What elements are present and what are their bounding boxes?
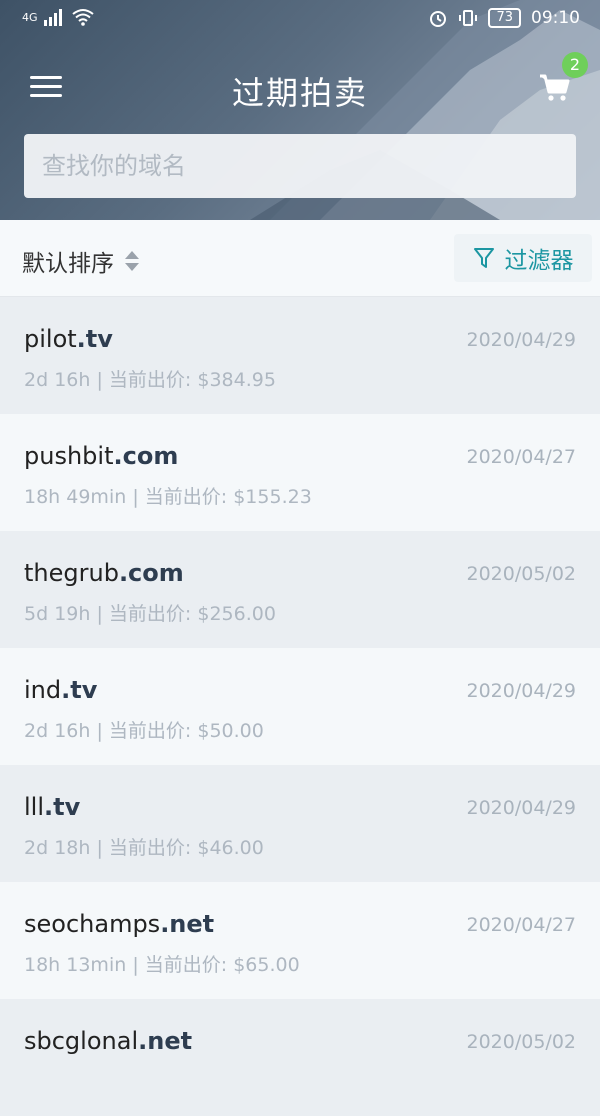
list-item[interactable]: thegrub.com 5d 19h | 当前出价: $256.00 2020/…: [0, 531, 600, 648]
list-item[interactable]: ind.tv 2d 16h | 当前出价: $50.00 2020/04/29: [0, 648, 600, 765]
status-bar: 4G 73 09:10: [0, 0, 600, 40]
top-app-bar: 过期拍卖 2: [0, 50, 600, 130]
auction-meta: 5d 19h | 当前出价: $256.00: [24, 603, 276, 625]
auction-meta: 2d 16h | 当前出价: $50.00: [24, 720, 264, 742]
expiry-date: 2020/04/29: [466, 329, 576, 351]
expiry-date: 2020/04/27: [466, 914, 576, 936]
sort-filter-bar: 默认排序 过滤器: [0, 220, 600, 297]
expiry-date: 2020/04/29: [466, 680, 576, 702]
network-label: 4G: [22, 10, 38, 24]
list-item[interactable]: lll.tv 2d 18h | 当前出价: $46.00 2020/04/29: [0, 765, 600, 882]
auction-meta: 2d 16h | 当前出价: $384.95: [24, 369, 276, 391]
wifi-icon: [71, 9, 94, 26]
auction-meta: 18h 13min | 当前出价: $65.00: [24, 954, 300, 976]
list-item[interactable]: pushbit.com 18h 49min | 当前出价: $155.23 20…: [0, 414, 600, 531]
signal-icon: [43, 9, 62, 26]
expiry-date: 2020/05/02: [466, 563, 576, 585]
sort-arrows-icon: [125, 251, 139, 271]
sort-button[interactable]: 默认排序: [22, 244, 140, 278]
domain-name: pilot.tv: [24, 325, 113, 353]
cart-count-badge: 2: [562, 52, 588, 78]
expiry-date: 2020/04/27: [466, 446, 576, 468]
filter-label: 过滤器: [504, 248, 574, 274]
filter-icon: [473, 248, 494, 268]
expiry-date: 2020/05/02: [466, 1031, 576, 1053]
vibrate-icon: [459, 10, 478, 26]
filter-button[interactable]: 过滤器: [454, 234, 592, 282]
auction-meta: 2d 18h | 当前出价: $46.00: [24, 837, 264, 859]
domain-name: ind.tv: [24, 676, 98, 704]
list-item[interactable]: seochamps.net 18h 13min | 当前出价: $65.00 2…: [0, 882, 600, 999]
search-box[interactable]: [24, 134, 576, 198]
list-item[interactable]: sbcglonal.net 2020/05/02: [0, 999, 600, 1116]
domain-name: seochamps.net: [24, 910, 215, 938]
battery-level: 73: [488, 8, 521, 28]
header: 4G 73 09:10 过期拍卖 2 查找你的域名: [0, 0, 600, 220]
clock: 09:10: [531, 8, 580, 28]
expiry-date: 2020/04/29: [466, 797, 576, 819]
domain-name: thegrub.com: [24, 559, 184, 587]
search-input[interactable]: [40, 151, 554, 181]
alarm-icon: [430, 11, 447, 27]
page-title: 过期拍卖: [231, 74, 368, 112]
domain-list: pilot.tv 2d 16h | 当前出价: $384.95 2020/04/…: [0, 297, 600, 1116]
sort-label: 默认排序: [22, 251, 114, 277]
domain-name: lll.tv: [24, 793, 81, 821]
domain-name: pushbit.com: [24, 442, 179, 470]
domain-name: sbcglonal.net: [24, 1027, 193, 1055]
list-item[interactable]: pilot.tv 2d 16h | 当前出价: $384.95 2020/04/…: [0, 297, 600, 414]
auction-meta: 18h 49min | 当前出价: $155.23: [24, 486, 312, 508]
